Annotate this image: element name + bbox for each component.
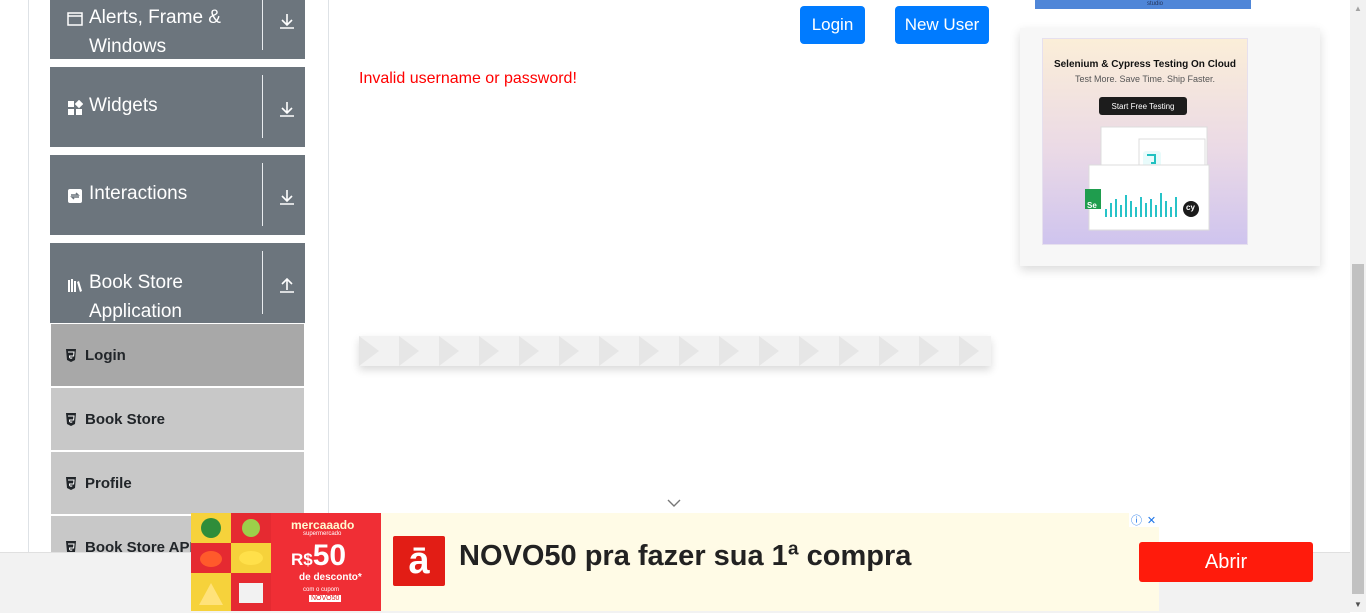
new-user-button[interactable]: New User (895, 6, 989, 44)
sidebar-item-profile[interactable]: Profile (51, 452, 304, 514)
upload-arrow-icon[interactable] (278, 276, 296, 294)
ad-banner-top[interactable]: studio (1035, 0, 1251, 9)
ad-message-panel[interactable]: ā NOVO50 pra fazer sua 1ª compra Abrir (381, 513, 1313, 611)
ad-headline: NOVO50 pra fazer sua 1ª compra (459, 540, 912, 572)
scroll-down-arrow-icon[interactable]: ▼ (1350, 596, 1366, 612)
sidebar-group-interactions[interactable]: Interactions (50, 155, 305, 235)
ad-creative[interactable]: Selenium & Cypress Testing On Cloud Test… (1042, 38, 1248, 245)
discount-amount: R$50 (291, 539, 346, 573)
currency: R$ (291, 550, 313, 569)
divider (262, 75, 263, 138)
sidebar-group-label: Widgets (89, 95, 158, 116)
dashboard-illustration (1085, 126, 1210, 231)
window-icon (67, 12, 83, 26)
ad-text: studio (1147, 1, 1164, 7)
sidebar-group-book-store[interactable]: Book Store Application (50, 243, 305, 323)
ad-placeholder (359, 336, 991, 366)
vertical-scrollbar[interactable]: ▲ ▼ (1350, 0, 1366, 612)
open-button[interactable]: Abrir (1139, 542, 1313, 582)
sidebar-item-login[interactable]: Login (51, 324, 304, 386)
chevron-down-icon[interactable] (666, 498, 682, 508)
coupon-prefix: com o cupom (303, 587, 340, 593)
divider (262, 0, 263, 50)
interactions-icon (68, 189, 82, 203)
error-message: Invalid username or password! (359, 70, 577, 87)
books-icon (68, 279, 82, 292)
html5-icon (66, 476, 76, 490)
sidebar-group-label: Book Store (89, 272, 183, 293)
widgets-icon (68, 100, 83, 115)
sidebar-item-book-store[interactable]: Book Store (51, 388, 304, 450)
left-border (28, 0, 29, 552)
scroll-up-arrow-icon[interactable]: ▲ (1350, 0, 1366, 16)
ad-brand-panel: mercaaado supermercado R$50 de desconto*… (191, 513, 381, 611)
download-arrow-icon[interactable] (278, 188, 296, 206)
selenium-badge: Se (1087, 201, 1097, 210)
scroll-thumb[interactable] (1352, 264, 1364, 594)
sidebar-group-widgets[interactable]: Widgets (50, 67, 305, 147)
cypress-badge: cy (1186, 203, 1195, 212)
download-arrow-icon[interactable] (278, 100, 296, 118)
ad-card[interactable]: Selenium & Cypress Testing On Cloud Test… (1020, 28, 1320, 266)
brand-logo: ā (393, 536, 445, 586)
ad-info-icon[interactable]: ⓘ (1129, 513, 1144, 527)
close-icon[interactable]: ✕ (1144, 513, 1159, 527)
coupon-code: NOVO50 (309, 595, 342, 602)
sidebar-group-label: Interactions (89, 183, 188, 204)
sidebar-item-label: Profile (85, 474, 132, 492)
amount: 50 (312, 539, 347, 572)
divider (262, 163, 263, 226)
sidebar-group-label-line2: Windows (89, 36, 167, 57)
discount-label: de desconto* (299, 572, 362, 583)
sidebar-item-label: Book Store (85, 410, 166, 428)
brand-subtitle: supermercado (303, 531, 342, 537)
download-arrow-icon[interactable] (278, 12, 296, 30)
pattern-background (359, 336, 979, 366)
bottom-banner-ad[interactable]: mercaaado supermercado R$50 de desconto*… (191, 513, 1313, 611)
sidebar-group-label-line2: Application (89, 301, 182, 322)
html5-icon (66, 348, 76, 362)
brand-name: mercaaado (291, 518, 355, 532)
login-button[interactable]: Login (800, 6, 865, 44)
sidebar-group-label: Alerts, Frame & (89, 7, 221, 28)
html5-icon (66, 412, 76, 426)
sidebar-right-border (328, 0, 329, 552)
sidebar-item-label: Login (85, 346, 126, 364)
sidebar-group-alerts[interactable]: Alerts, Frame & Windows (50, 0, 305, 59)
divider (262, 251, 263, 314)
